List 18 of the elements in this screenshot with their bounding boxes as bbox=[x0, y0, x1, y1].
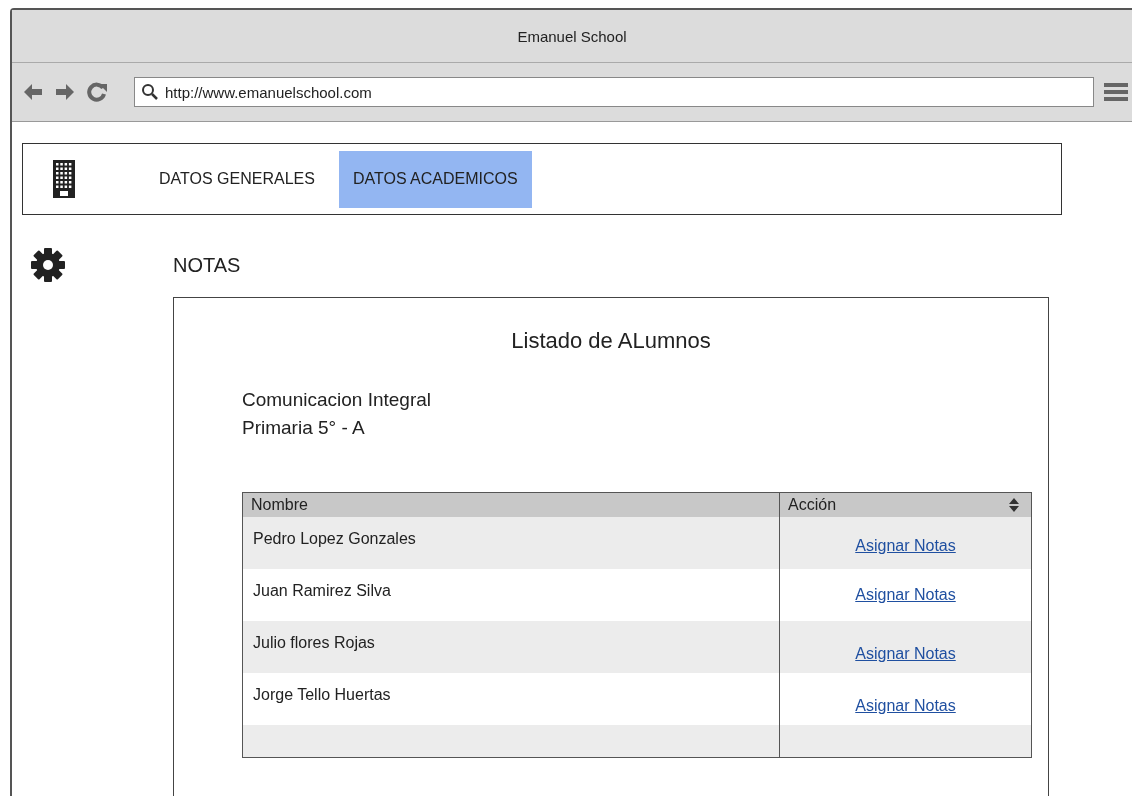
grade-label: Primaria 5° - A bbox=[242, 416, 366, 440]
student-name: Juan Ramirez Silva bbox=[253, 582, 391, 601]
assign-grades-link[interactable]: Asignar Notas bbox=[855, 586, 956, 604]
window-title: Emanuel School bbox=[517, 27, 627, 45]
nav-tab[interactable]: DATOS GENERALES bbox=[145, 150, 329, 208]
address-field[interactable]: http://www.emanuelschool.com bbox=[134, 77, 1094, 107]
assign-grades-link[interactable]: Asignar Notas bbox=[855, 697, 956, 715]
column-header: Nombre bbox=[242, 492, 780, 517]
course-name: Comunicacion Integral bbox=[242, 388, 433, 412]
student-name: Julio flores Rojas bbox=[253, 634, 375, 653]
student-name: Pedro Lopez Gonzales bbox=[253, 530, 416, 549]
section-title: NOTAS bbox=[173, 253, 241, 277]
student-name: Jorge Tello Huertas bbox=[253, 686, 391, 705]
assign-grades-link[interactable]: Asignar Notas bbox=[855, 537, 956, 555]
column-header[interactable]: Acción bbox=[779, 492, 1032, 517]
assign-grades-link[interactable]: Asignar Notas bbox=[855, 645, 956, 663]
panel-title: Listado de ALumnos bbox=[511, 328, 711, 353]
nav-tab[interactable]: DATOS ACADEMICOS bbox=[338, 150, 532, 208]
